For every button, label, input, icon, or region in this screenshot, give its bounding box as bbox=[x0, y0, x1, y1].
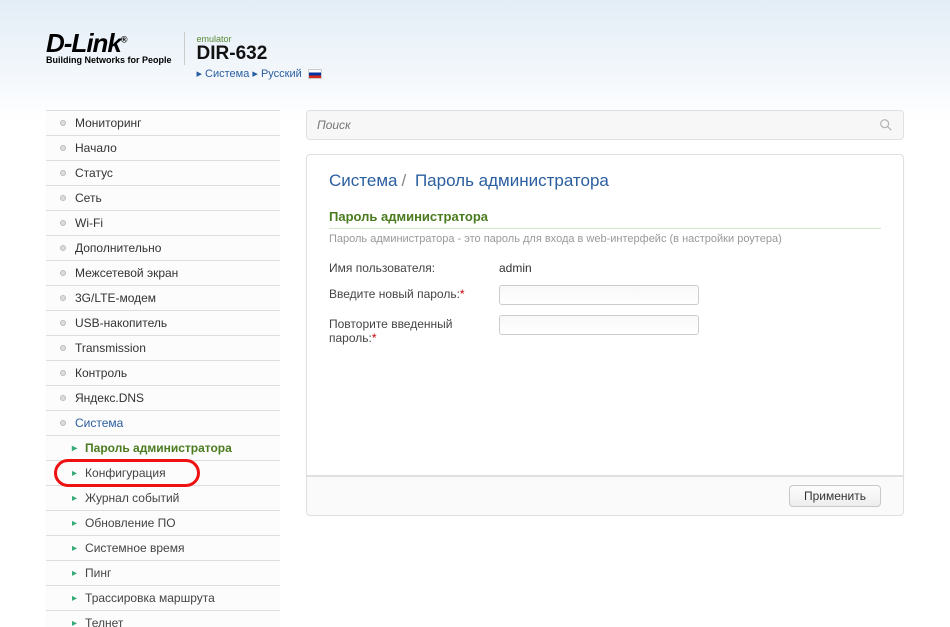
crumb-language[interactable]: Русский bbox=[261, 68, 302, 80]
sidebar-item-monitoring[interactable]: Мониторинг bbox=[46, 110, 280, 136]
new-password-label: Введите новый пароль:* bbox=[329, 285, 499, 301]
header-crumbs: ▸Система ▸Русский bbox=[197, 67, 322, 80]
username-value: admin bbox=[499, 259, 532, 275]
brand-tagline: Building Networks for People bbox=[46, 55, 172, 65]
crumb-current: Пароль администратора bbox=[415, 171, 609, 190]
header: D-Link® Building Networks for People emu… bbox=[0, 0, 950, 100]
bullet-icon bbox=[60, 195, 66, 201]
sub-item-configuration[interactable]: ▸Конфигурация bbox=[46, 461, 280, 486]
sidebar-item-system[interactable]: Система bbox=[46, 411, 280, 436]
sidebar-item-firewall[interactable]: Межсетевой экран bbox=[46, 261, 280, 286]
confirm-password-input[interactable] bbox=[499, 315, 699, 335]
sub-item-traceroute[interactable]: ▸Трассировка маршрута bbox=[46, 586, 280, 611]
sidebar-item-start[interactable]: Начало bbox=[46, 136, 280, 161]
chevron-right-icon: ▸ bbox=[72, 518, 77, 529]
bullet-icon bbox=[60, 370, 66, 376]
row-username: Имя пользователя: admin bbox=[329, 259, 881, 275]
model-block: emulator DIR-632 ▸Система ▸Русский bbox=[197, 32, 322, 80]
chevron-right-icon: ▸ bbox=[72, 468, 77, 479]
row-new-password: Введите новый пароль:* bbox=[329, 285, 881, 305]
sub-item-ping[interactable]: ▸Пинг bbox=[46, 561, 280, 586]
bullet-icon bbox=[60, 345, 66, 351]
section-title: Пароль администратора bbox=[329, 209, 881, 229]
chevron-right-icon: ▸ bbox=[72, 493, 77, 504]
apply-button[interactable]: Применить bbox=[789, 485, 881, 507]
sidebar-item-transmission[interactable]: Transmission bbox=[46, 336, 280, 361]
sub-item-firmware-update[interactable]: ▸Обновление ПО bbox=[46, 511, 280, 536]
flag-ru-icon bbox=[308, 69, 322, 79]
new-password-input[interactable] bbox=[499, 285, 699, 305]
search-icon bbox=[879, 118, 893, 132]
sidebar-item-control[interactable]: Контроль bbox=[46, 361, 280, 386]
crumb-system[interactable]: Система bbox=[205, 68, 249, 80]
sidebar-item-status[interactable]: Статус bbox=[46, 161, 280, 186]
bullet-icon bbox=[60, 395, 66, 401]
chevron-right-icon: ▸ bbox=[72, 568, 77, 579]
model-name: DIR-632 bbox=[197, 44, 322, 63]
confirm-password-label: Повторите введенный пароль:* bbox=[329, 315, 499, 345]
sub-item-system-time[interactable]: ▸Системное время bbox=[46, 536, 280, 561]
bullet-icon bbox=[60, 120, 66, 126]
search-input[interactable] bbox=[317, 118, 879, 132]
sidebar-item-3g-lte[interactable]: 3G/LTE-модем bbox=[46, 286, 280, 311]
sidebar-item-yandex-dns[interactable]: Яндекс.DNS bbox=[46, 386, 280, 411]
brand-logo: D-Link® bbox=[46, 32, 172, 55]
search-box[interactable] bbox=[306, 110, 904, 140]
chevron-right-icon: ▸ bbox=[72, 543, 77, 554]
sidebar-item-usb-storage[interactable]: USB-накопитель bbox=[46, 311, 280, 336]
bullet-icon bbox=[60, 320, 66, 326]
row-confirm-password: Повторите введенный пароль:* bbox=[329, 315, 881, 345]
username-label: Имя пользователя: bbox=[329, 259, 499, 275]
bullet-icon bbox=[60, 220, 66, 226]
panel-footer: Применить bbox=[306, 476, 904, 516]
sub-item-admin-password[interactable]: ▸Пароль администратора bbox=[46, 436, 280, 461]
logo-block: D-Link® Building Networks for People bbox=[46, 32, 185, 65]
sidebar: Мониторинг Начало Статус Сеть Wi-Fi Допо… bbox=[46, 110, 280, 627]
chevron-right-icon: ▸ bbox=[72, 593, 77, 604]
sub-item-telnet[interactable]: ▸Телнет bbox=[46, 611, 280, 627]
bullet-icon bbox=[60, 245, 66, 251]
chevron-right-icon: ▸ bbox=[72, 618, 77, 627]
sidebar-item-wifi[interactable]: Wi-Fi bbox=[46, 211, 280, 236]
bullet-icon bbox=[60, 170, 66, 176]
chevron-right-icon: ▸ bbox=[72, 443, 77, 454]
sidebar-item-advanced[interactable]: Дополнительно bbox=[46, 236, 280, 261]
bullet-icon bbox=[60, 145, 66, 151]
bullet-icon bbox=[60, 295, 66, 301]
bullet-icon bbox=[60, 270, 66, 276]
crumb-parent[interactable]: Система bbox=[329, 171, 397, 190]
section-description: Пароль администратора - это пароль для в… bbox=[329, 233, 881, 245]
sub-item-event-log[interactable]: ▸Журнал событий bbox=[46, 486, 280, 511]
content-panel: Система/ Пароль администратора Пароль ад… bbox=[306, 154, 904, 476]
sidebar-item-network[interactable]: Сеть bbox=[46, 186, 280, 211]
bullet-icon bbox=[60, 420, 66, 426]
page-breadcrumb: Система/ Пароль администратора bbox=[329, 171, 881, 191]
